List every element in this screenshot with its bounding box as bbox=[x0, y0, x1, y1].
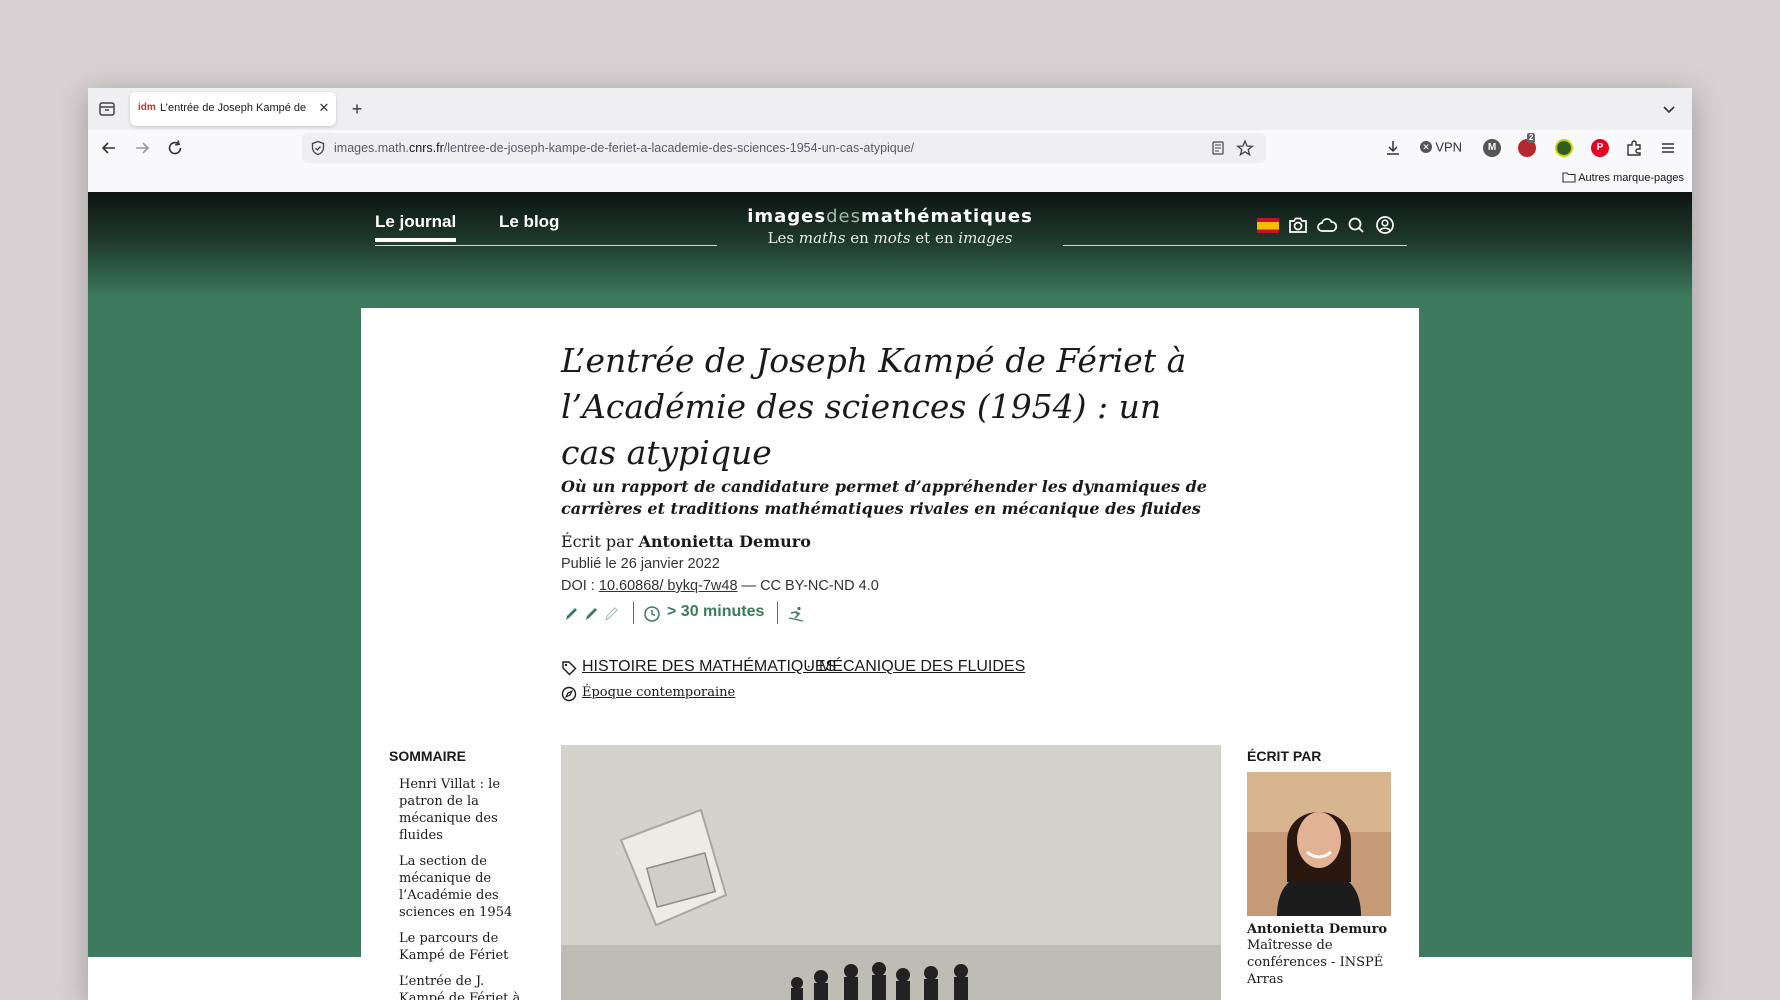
extensions-puzzle-icon[interactable] bbox=[1623, 137, 1645, 159]
reload-icon[interactable] bbox=[164, 137, 186, 159]
toc-item[interactable]: La section de mécanique de l’Académie de… bbox=[399, 853, 529, 921]
user-account-icon[interactable] bbox=[1374, 214, 1396, 236]
meta-divider bbox=[633, 602, 634, 624]
article-photo bbox=[561, 745, 1221, 1000]
toc-heading: SOMMAIRE bbox=[389, 748, 466, 764]
vpn-label: VPN bbox=[1435, 139, 1463, 155]
difficulty-pen-icon bbox=[563, 606, 579, 622]
chevron-down-icon[interactable] bbox=[1658, 98, 1680, 120]
address-bar[interactable]: images.math.cnrs.fr/lentree-de-joseph-ka… bbox=[302, 133, 1266, 163]
era-link[interactable]: Époque contemporaine bbox=[582, 685, 735, 700]
author-avatar[interactable] bbox=[1247, 772, 1391, 916]
camera-icon[interactable] bbox=[1287, 214, 1309, 236]
header-icons bbox=[1237, 214, 1397, 236]
url-text[interactable]: images.math.cnrs.fr/lentree-de-joseph-ka… bbox=[334, 141, 914, 155]
author-portrait bbox=[1247, 772, 1391, 916]
brand-title: imagesdesmathématiques bbox=[747, 206, 1033, 227]
tag-icon bbox=[561, 660, 577, 676]
vpn-button[interactable]: ✕ VPN bbox=[1420, 139, 1468, 161]
nav-toolbar: images.math.cnrs.fr/lentree-de-joseph-ka… bbox=[88, 130, 1692, 166]
new-tab-icon[interactable]: + bbox=[346, 98, 368, 120]
vpn-off-icon: ✕ bbox=[1420, 140, 1432, 153]
nav-divider-left bbox=[375, 245, 717, 246]
hamburger-menu-icon[interactable] bbox=[1657, 137, 1679, 159]
ublock-extension-icon[interactable]: 2 bbox=[1518, 133, 1536, 157]
vintage-photo-illustration bbox=[561, 745, 1221, 1000]
doi-link[interactable]: 10.60868/ bykq-7w48 bbox=[599, 578, 738, 594]
bookmarks-bar: Autres marque-pages bbox=[88, 166, 1692, 192]
article-subtitle: Où un rapport de candidature permet d’ap… bbox=[561, 477, 1207, 518]
spanish-flag-icon[interactable] bbox=[1257, 218, 1279, 233]
toc-item[interactable]: Le parcours de Kampé de Fériet bbox=[399, 930, 529, 964]
site-logo[interactable]: imagesdesmathématiques Les maths en mots… bbox=[717, 206, 1063, 247]
download-icon[interactable] bbox=[1382, 137, 1404, 159]
back-arrow-icon[interactable] bbox=[98, 137, 120, 159]
browser-window: idm L’entrée de Joseph Kampé de Fériet à… bbox=[88, 88, 1692, 1000]
doi-line: DOI : 10.60868/ bykq-7w48 — CC BY-NC-ND … bbox=[561, 578, 879, 594]
compass-icon bbox=[561, 686, 577, 702]
article-title: L’entrée de Joseph Kampé de Fériet à l’A… bbox=[561, 341, 1187, 472]
tag-link-mecanique[interactable]: MÉCANIQUE DES FLUIDES bbox=[819, 658, 1025, 676]
forward-arrow-icon[interactable] bbox=[131, 137, 153, 159]
tag-separator: · bbox=[806, 658, 812, 675]
clock-icon bbox=[643, 605, 661, 623]
bookmarks-folder-label: Autres marque-pages bbox=[1578, 172, 1684, 184]
nav-le-journal[interactable]: Le journal bbox=[375, 212, 457, 242]
publish-date: Publié le 26 janvier 2022 bbox=[561, 556, 720, 572]
reader-view-icon[interactable] bbox=[1210, 140, 1226, 156]
cloud-icon[interactable] bbox=[1316, 214, 1338, 236]
brand-tagline: Les maths en mots et en images bbox=[767, 229, 1013, 247]
author-heading: ÉCRIT PAR bbox=[1247, 748, 1322, 764]
tab-strip: idm L’entrée de Joseph Kampé de Fériet à… bbox=[88, 88, 1692, 130]
tab-list-icon[interactable] bbox=[96, 98, 118, 120]
pinterest-icon[interactable]: P bbox=[1591, 139, 1609, 157]
article-card: L’entrée de Joseph Kampé de Fériet à l’A… bbox=[361, 308, 1419, 1000]
author-sidebar: ÉCRIT PAR Antonietta Demuro Maîtresse de… bbox=[1247, 748, 1397, 988]
close-tab-icon[interactable]: ✕ bbox=[316, 100, 332, 116]
nav-divider-right bbox=[1063, 245, 1407, 246]
folder-icon bbox=[1562, 172, 1576, 183]
byline-author[interactable]: Antonietta Demuro bbox=[638, 532, 810, 551]
author-role: Maîtresse de conférences - INSPÉ Arras bbox=[1247, 938, 1384, 987]
meta-divider bbox=[777, 602, 778, 624]
site-header: Le journal Le blog imagesdesmathématique… bbox=[375, 192, 1407, 252]
favicon-icon: idm bbox=[138, 102, 156, 113]
skier-icon bbox=[787, 605, 805, 623]
toc-item[interactable]: Henri Villat : le patron de la mécanique… bbox=[399, 776, 529, 844]
difficulty-pen-empty-icon bbox=[603, 606, 619, 622]
page-viewport: Le journal Le blog imagesdesmathématique… bbox=[88, 192, 1692, 1000]
green-extension-icon[interactable] bbox=[1555, 139, 1573, 157]
byline: Écrit par Antonietta Demuro bbox=[561, 532, 811, 551]
toc-item[interactable]: L’entrée de J. Kampé de Fériet à bbox=[399, 973, 529, 1000]
shield-icon[interactable] bbox=[310, 140, 326, 156]
reading-time: > 30 minutes bbox=[667, 603, 765, 620]
search-icon[interactable] bbox=[1345, 214, 1367, 236]
difficulty-pen-icon bbox=[583, 606, 599, 622]
tab-title: L’entrée de Joseph Kampé de Fériet à l’A… bbox=[160, 102, 310, 114]
bookmark-star-icon[interactable] bbox=[1235, 139, 1255, 157]
bookmarks-folder[interactable]: Autres marque-pages bbox=[1562, 171, 1684, 184]
author-name[interactable]: Antonietta Demuro bbox=[1247, 922, 1397, 937]
nav-le-blog[interactable]: Le blog bbox=[499, 212, 559, 232]
tag-link-histoire[interactable]: HISTOIRE DES MATHÉMATIQUES bbox=[582, 658, 836, 676]
m-extension-icon[interactable]: M bbox=[1483, 139, 1501, 157]
table-of-contents: SOMMAIRE Henri Villat : le patron de la … bbox=[389, 748, 529, 1000]
tab-active[interactable]: idm L’entrée de Joseph Kampé de Fériet à… bbox=[130, 92, 336, 126]
extension-badge: 2 bbox=[1527, 133, 1536, 143]
